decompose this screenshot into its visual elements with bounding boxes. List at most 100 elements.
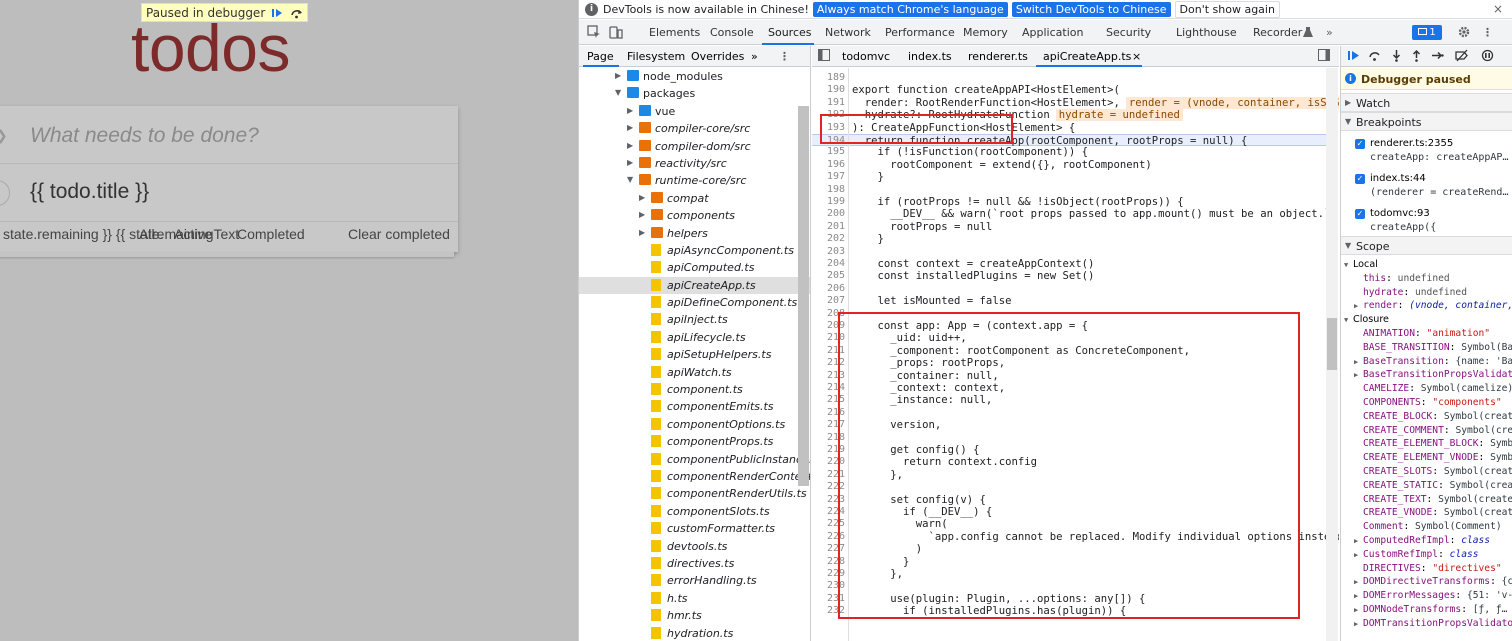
line-number[interactable]: 197 [812, 171, 845, 182]
more-options-icon[interactable]: ⋮ [1482, 26, 1493, 39]
scope-variable[interactable]: ▶ DOMErrorMessages: {51: 'v-h… [1341, 589, 1512, 603]
tree-file-item[interactable]: apiInject.ts [579, 311, 810, 328]
todo-toggle-checkbox[interactable] [0, 180, 10, 206]
scope-variable[interactable]: Comment: Symbol(Comment) [1341, 520, 1512, 534]
breakpoint-checkbox[interactable]: ✓ [1355, 209, 1365, 219]
collapse-arrow-icon[interactable]: ▶ [627, 141, 633, 150]
tree-file-item[interactable]: apiSetupHelpers.ts [579, 346, 810, 363]
tree-file-item[interactable]: apiComputed.ts [579, 259, 810, 276]
toggle-all-icon[interactable]: ❯ [0, 128, 8, 144]
resume-script-icon[interactable] [1347, 49, 1360, 65]
scope-section-header[interactable]: ▼ Scope [1341, 236, 1512, 255]
scope-variable[interactable]: ▶ DOMNodeTransforms: [ƒ, ƒ… [1341, 603, 1512, 617]
tree-folder-item[interactable]: ▼ runtime-core/src [579, 172, 810, 189]
scope-group[interactable]: ▼ Closure [1341, 313, 1512, 327]
collapse-arrow-icon[interactable]: ▶ [1354, 302, 1358, 310]
tab-sources[interactable]: Sources [768, 26, 812, 39]
expand-arrow-icon[interactable]: ▼ [1344, 316, 1348, 324]
new-todo-input[interactable] [30, 122, 430, 150]
gear-icon[interactable] [1457, 25, 1471, 39]
line-number[interactable]: 207 [812, 295, 845, 306]
collapse-arrow-icon[interactable]: ▶ [1354, 551, 1358, 559]
tree-file-item[interactable]: componentRenderContext.ts [579, 468, 810, 485]
tree-file-item[interactable]: apiDefineComponent.ts [579, 294, 810, 311]
expand-arrow-icon[interactable]: ▼ [615, 88, 621, 97]
breakpoint-item[interactable]: ✓ index.ts:44 (renderer = createRend… [1341, 171, 1512, 205]
editor-scrollbar[interactable] [1326, 68, 1338, 641]
tree-file-item[interactable]: componentSlots.ts [579, 503, 810, 520]
inspect-element-icon[interactable] [587, 25, 601, 39]
collapse-arrow-icon[interactable]: ▶ [1354, 592, 1358, 600]
tree-file-item[interactable]: directives.ts [579, 555, 810, 572]
tree-file-item[interactable]: h.ts [579, 590, 810, 607]
tree-file-item[interactable]: apiCreateApp.ts [579, 276, 810, 295]
scope-variable[interactable]: CREATE_STATIC: Symbol(creat… [1341, 479, 1512, 493]
tab-performance[interactable]: Performance [885, 26, 955, 39]
tree-file-item[interactable]: componentRenderUtils.ts [579, 485, 810, 502]
scope-variable[interactable]: ▶ DOMTransitionPropsValidator… [1341, 617, 1512, 631]
tree-folder-item[interactable]: ▶ components [579, 207, 810, 224]
line-number[interactable]: 191 [812, 97, 845, 108]
scope-variable[interactable]: ▶ CustomRefImpl: class [1341, 548, 1512, 562]
tree-file-item[interactable]: errorHandling.ts [579, 572, 810, 589]
collapse-arrow-icon[interactable]: ▶ [1354, 578, 1358, 586]
breakpoints-section-header[interactable]: ▼ Breakpoints [1341, 112, 1512, 131]
tree-folder-item[interactable]: ▶ compiler-core/src [579, 120, 810, 137]
tree-file-item[interactable]: apiWatch.ts [579, 364, 810, 381]
pause-on-exceptions-icon[interactable] [1481, 49, 1494, 65]
dont-show-again-button[interactable]: Don't show again [1174, 0, 1280, 18]
scope-variable[interactable]: ▶ render: (vnode, container, … [1341, 299, 1512, 313]
tree-file-item[interactable]: component.ts [579, 381, 810, 398]
navigator-more-tabs[interactable]: » [751, 50, 758, 63]
collapse-arrow-icon[interactable]: ▶ [1354, 620, 1358, 628]
collapse-arrow-icon[interactable]: ▶ [639, 210, 645, 219]
collapse-arrow-icon[interactable]: ▶ [627, 123, 633, 132]
step-over-icon[interactable] [289, 6, 303, 20]
toggle-navigator-icon[interactable] [818, 49, 830, 64]
device-toolbar-icon[interactable] [609, 25, 623, 39]
collapse-arrow-icon[interactable]: ▶ [615, 71, 621, 80]
tree-file-item[interactable]: componentPublicInstance.ts [579, 451, 810, 468]
line-number[interactable]: 204 [812, 258, 845, 269]
filter-completed-link[interactable]: Completed [237, 226, 305, 242]
scope-variable[interactable]: ANIMATION: "animation" [1341, 327, 1512, 341]
editor-tab-index[interactable]: index.ts [908, 50, 952, 63]
scope-variable[interactable]: this: undefined [1341, 272, 1512, 286]
scope-variable[interactable]: COMPONENTS: "components" [1341, 396, 1512, 410]
tree-file-item[interactable]: hydration.ts [579, 625, 810, 641]
switch-to-chinese-button[interactable]: Switch DevTools to Chinese [1011, 1, 1171, 17]
step-over-next-icon[interactable] [1368, 49, 1381, 65]
line-number[interactable]: 196 [812, 159, 845, 170]
scope-variable[interactable]: ▶ BaseTransition: {name: 'Bas… [1341, 355, 1512, 369]
scope-variable[interactable]: CREATE_TEXT: Symbol(create… [1341, 493, 1512, 507]
tree-file-item[interactable]: apiLifecycle.ts [579, 329, 810, 346]
navigator-tab-overrides[interactable]: Overrides [691, 50, 744, 63]
tree-folder-item[interactable]: ▼ packages [579, 85, 810, 102]
scope-variable[interactable]: CREATE_SLOTS: Symbol(create… [1341, 465, 1512, 479]
tab-console[interactable]: Console [710, 26, 754, 39]
scope-group[interactable]: ▼ Local [1341, 258, 1512, 272]
scope-variable[interactable]: CAMELIZE: Symbol(camelize) [1341, 382, 1512, 396]
tree-file-item[interactable]: hmr.ts [579, 607, 810, 624]
tree-folder-item[interactable]: ▶ compiler-dom/src [579, 138, 810, 155]
collapse-arrow-icon[interactable]: ▶ [1354, 358, 1358, 366]
tree-file-item[interactable]: apiAsyncComponent.ts [579, 242, 810, 259]
filter-active-link[interactable]: Active [174, 226, 212, 242]
scope-variable[interactable]: BASE_TRANSITION: Symbol(Bas… [1341, 341, 1512, 355]
scope-variable[interactable]: CREATE_ELEMENT_BLOCK: Symbo… [1341, 437, 1512, 451]
line-number[interactable]: 202 [812, 233, 845, 244]
scope-variable[interactable]: ▶ DOMDirectiveTransforms: {cl… [1341, 575, 1512, 589]
editor-tab-apicreateapp[interactable]: apiCreateApp.ts [1043, 50, 1131, 63]
step-out-icon[interactable] [1411, 49, 1422, 65]
editor-scroll-thumb[interactable] [1327, 318, 1337, 370]
tree-folder-item[interactable]: ▶ helpers [579, 225, 810, 242]
collapse-arrow-icon[interactable]: ▶ [627, 106, 633, 115]
navigator-tab-filesystem[interactable]: Filesystem [627, 50, 685, 63]
clear-completed-button[interactable]: Clear completed [348, 226, 450, 242]
more-tabs-icon[interactable]: » [1326, 26, 1333, 39]
deactivate-breakpoints-icon[interactable] [1455, 49, 1469, 65]
tree-folder-item[interactable]: ▶ vue [579, 103, 810, 120]
toggle-debugger-icon[interactable] [1318, 49, 1330, 64]
collapse-arrow-icon[interactable]: ▶ [1354, 606, 1358, 614]
scope-variable[interactable]: ▶ BaseTransitionPropsValidato… [1341, 368, 1512, 382]
